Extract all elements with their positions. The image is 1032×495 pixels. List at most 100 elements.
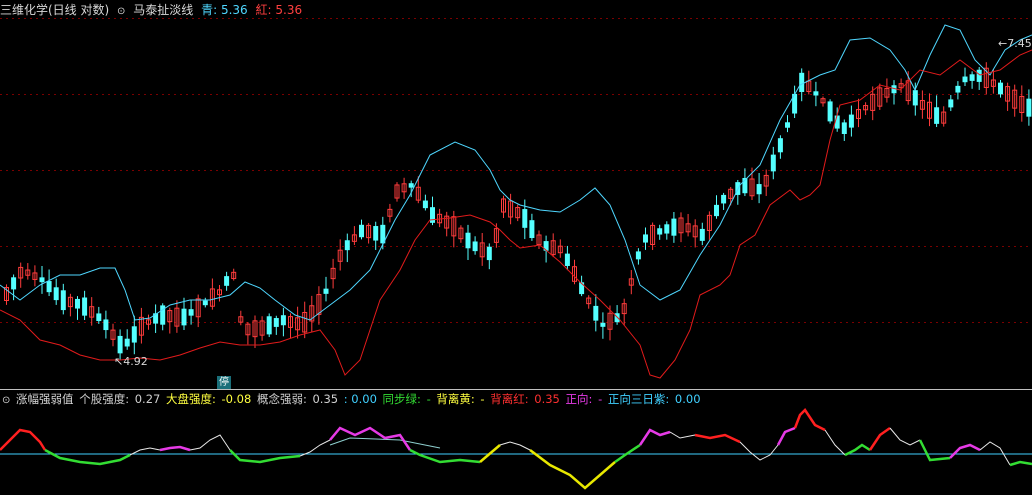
concept-strength-label: 概念强弱: (256, 392, 307, 406)
candle-body (969, 74, 975, 81)
cyan-value: 5.36 (220, 3, 248, 17)
strength-segment (694, 433, 741, 444)
strength-segment (409, 448, 481, 464)
positive-label: 正向: (565, 392, 593, 406)
candle-body (962, 76, 968, 83)
candle-body (131, 326, 137, 343)
candle-body (522, 209, 528, 228)
candle-body (96, 313, 102, 322)
candle-body (1026, 98, 1032, 117)
main-chart-panel[interactable]: ←7.45 ↖4.92 (0, 0, 1032, 389)
stock-title: 三维化学(日线 对数) (0, 3, 110, 17)
separator-value: 0.00 (351, 392, 377, 406)
sync-green-label: 同步绿: (382, 392, 421, 406)
diverge-yellow-value: - (480, 392, 485, 406)
candle-body (181, 308, 187, 326)
strength-segment (824, 429, 846, 456)
diverge-red-label: 背离红: (490, 392, 529, 406)
market-strength-value: -0.08 (221, 392, 252, 406)
candle-body (664, 224, 670, 234)
candle-body (671, 218, 677, 236)
candle-body (11, 277, 17, 290)
candle-body (777, 138, 783, 153)
concept-strength-value: 0.35 (312, 392, 339, 406)
candle-body (60, 290, 66, 311)
candle-body (912, 90, 918, 106)
candle-body (117, 335, 123, 354)
candle-body (465, 232, 471, 249)
candlestick-chart[interactable]: ←7.45 ↖4.92 (0, 0, 1032, 389)
strength-segment (1009, 460, 1032, 467)
candle-body (785, 122, 790, 128)
indicator-icon: ⊙ (117, 6, 126, 17)
candle-body (359, 224, 364, 238)
diverge-red-value: 0.35 (534, 392, 560, 406)
candle-body (430, 207, 435, 223)
strength-segment (0, 428, 47, 451)
low-price-label: ↖4.92 (114, 355, 148, 368)
market-strength-label: 大盘强度: (166, 392, 216, 406)
strength-segment (44, 448, 131, 466)
positive-3day-label: 正向三日紫: (607, 392, 670, 406)
candle-body (273, 318, 279, 327)
strength-segment (499, 441, 531, 451)
strength-segment (918, 439, 951, 462)
candle-body (124, 338, 130, 347)
main-header: 三维化学(日线 对数) ⊙ 马泰扯淡线 青: 5.36 紅: 5.36 (0, 2, 306, 18)
candle-body (202, 300, 208, 306)
positive-3day-value: 0.00 (674, 392, 701, 406)
red-label: 紅: (255, 3, 272, 17)
diverge-yellow-label: 背离黄: (436, 392, 475, 406)
candle-body (976, 69, 982, 82)
candle-body (998, 82, 1003, 95)
candle-body (373, 226, 379, 241)
candle-body (266, 316, 272, 335)
candle-body (721, 194, 727, 204)
candle-body (529, 220, 535, 239)
candle-body (934, 107, 940, 124)
positive-value: - (598, 392, 603, 406)
candle-body (799, 72, 805, 92)
candle-body (188, 309, 194, 316)
sub-indicator-name: 涨幅强弱值 (16, 392, 74, 406)
candle-body (75, 298, 80, 309)
strength-segment (229, 449, 301, 464)
separator-label: : (343, 392, 348, 406)
strength-segment (889, 427, 921, 446)
high-price-label: ←7.45 (998, 37, 1032, 50)
candle-body (827, 101, 833, 122)
strength-segment (669, 431, 696, 439)
stock-strength-label: 个股强度: (79, 392, 130, 406)
candle-body (408, 183, 414, 188)
candle-body (323, 288, 329, 294)
strength-segment (529, 449, 616, 490)
strength-segment (868, 426, 891, 451)
candle-body (46, 281, 52, 293)
sub-indicator-icon: ⊙ (2, 395, 11, 406)
candle-body (813, 91, 819, 96)
stock-strength-value: 0.27 (134, 392, 161, 406)
candle-body (699, 228, 705, 241)
candle-body (955, 85, 961, 93)
candle-body (103, 319, 109, 331)
candle-body (82, 297, 88, 316)
candle-body (53, 287, 59, 301)
strength-segment (949, 443, 981, 459)
candle-body (657, 228, 663, 235)
halt-tag: 停 (217, 376, 231, 389)
candle-body (472, 241, 478, 252)
candle-body (422, 200, 428, 209)
candle-body (848, 114, 854, 128)
sub-aux-line (329, 437, 441, 449)
candle-body (280, 315, 286, 326)
strength-segment (638, 428, 671, 446)
candle-body (841, 122, 847, 134)
sync-green-value: - (426, 392, 431, 406)
strength-segment (793, 408, 826, 432)
candle-body (564, 253, 570, 266)
candle-body (643, 234, 648, 243)
candle-body (756, 184, 762, 195)
strength-segment (189, 434, 231, 451)
candle-body (770, 154, 776, 172)
candle-body (635, 251, 641, 260)
